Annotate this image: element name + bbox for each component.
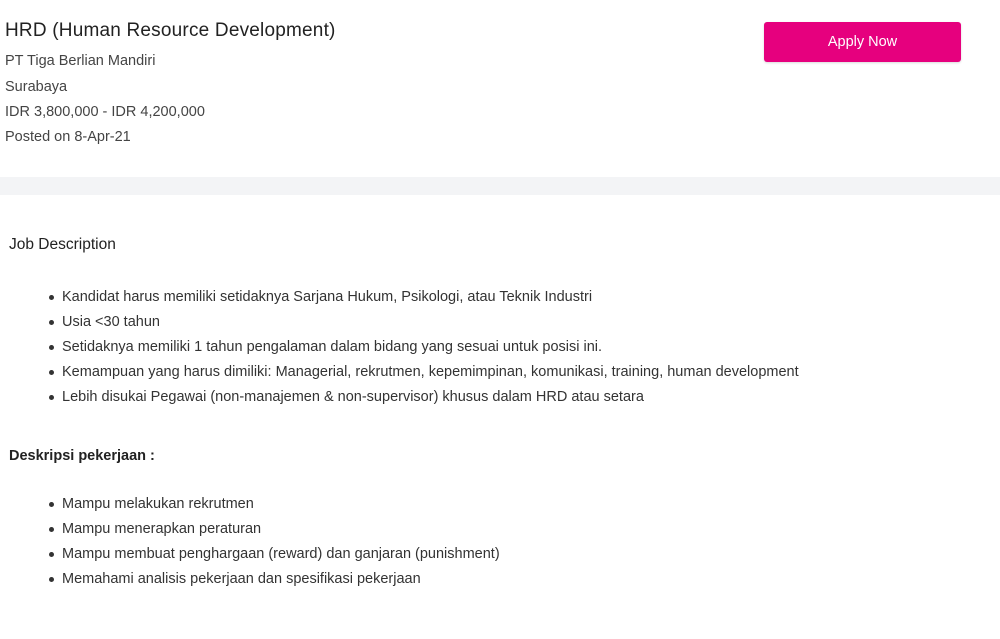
list-item: Mampu menerapkan peraturan <box>49 519 500 544</box>
section-divider <box>0 177 1000 195</box>
list-item: Kemampuan yang harus dimiliki: Manageria… <box>49 362 799 387</box>
duties-list: Mampu melakukan rekrutmen Mampu menerapk… <box>0 494 500 594</box>
job-location: Surabaya <box>5 79 68 95</box>
requirements-list: Kandidat harus memiliki setidaknya Sarja… <box>0 287 799 412</box>
list-item: Lebih disukai Pegawai (non-manajemen & n… <box>49 387 799 412</box>
list-item: Memahami analisis pekerjaan dan spesifik… <box>49 569 500 594</box>
job-description-section: Job Description Kandidat harus memiliki … <box>0 195 1000 639</box>
job-title: HRD (Human Resource Development) <box>5 20 336 41</box>
list-item: Mampu membuat penghargaan (reward) dan g… <box>49 544 500 569</box>
apply-now-button[interactable]: Apply Now <box>764 22 961 62</box>
posted-date: Posted on 8-Apr-21 <box>5 129 131 145</box>
job-description-heading: Job Description <box>9 236 116 253</box>
salary-range: IDR 3,800,000 - IDR 4,200,000 <box>5 104 205 120</box>
duties-heading: Deskripsi pekerjaan : <box>9 448 155 464</box>
list-item: Usia <30 tahun <box>49 312 799 337</box>
list-item: Kandidat harus memiliki setidaknya Sarja… <box>49 287 799 312</box>
list-item: Mampu melakukan rekrutmen <box>49 494 500 519</box>
job-header: HRD (Human Resource Development) PT Tiga… <box>0 0 1000 177</box>
company-name: PT Tiga Berlian Mandiri <box>5 53 156 69</box>
list-item: Setidaknya memiliki 1 tahun pengalaman d… <box>49 337 799 362</box>
